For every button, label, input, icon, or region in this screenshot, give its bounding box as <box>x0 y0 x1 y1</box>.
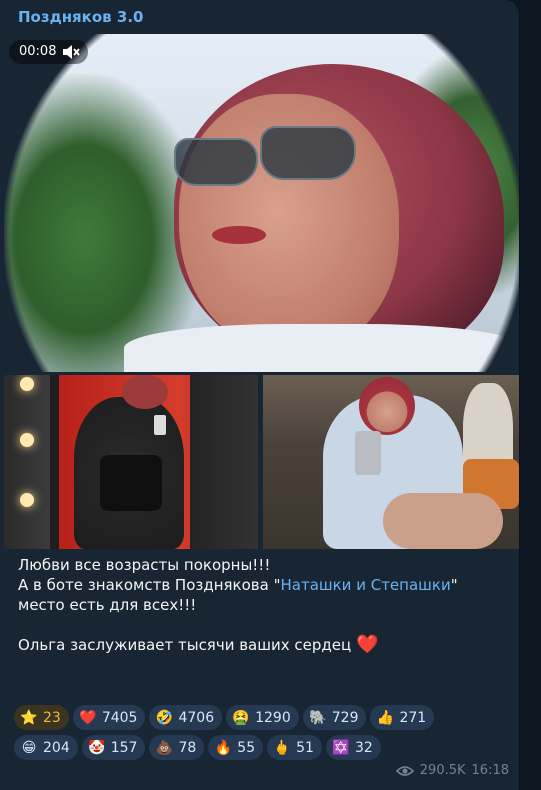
mirror-light <box>20 377 34 391</box>
heart-icon: ❤️ <box>79 709 97 726</box>
phone <box>355 431 381 475</box>
person-head <box>359 377 415 435</box>
channel-name[interactable]: Поздняков 3.0 <box>18 8 143 26</box>
reaction-heart[interactable]: ❤️ 7405 <box>72 705 146 730</box>
video-timer-badge[interactable]: 00:08 <box>9 40 89 64</box>
reaction-count: 55 <box>237 739 256 756</box>
reaction-count: 4706 <box>178 709 215 726</box>
vomit-icon: 🤮 <box>232 709 250 726</box>
video-circle-mask <box>4 34 519 372</box>
reaction-thumbs-up[interactable]: 👍 271 <box>370 705 435 730</box>
star-of-david-icon: ✡️ <box>332 739 350 756</box>
video-message[interactable] <box>4 34 519 372</box>
clown-icon: 🤡 <box>88 739 106 756</box>
eye-icon <box>395 765 414 776</box>
middle-finger-icon: 🖕 <box>273 739 291 756</box>
reaction-count: 23 <box>43 709 61 726</box>
message-meta: 290.5K 16:18 <box>395 763 509 778</box>
post-line-3-text: Ольга заслуживает тысячи ваших сердец <box>18 636 352 654</box>
reaction-vomit[interactable]: 🤮 1290 <box>226 705 299 730</box>
rofl-icon: 🤣 <box>155 709 174 726</box>
reaction-count: 157 <box>110 739 138 756</box>
mute-icon <box>63 45 81 59</box>
reaction-count: 78 <box>178 739 197 756</box>
reaction-elephant[interactable]: 🐘 729 <box>302 705 367 730</box>
reaction-count: 729 <box>331 709 359 726</box>
text-spacer <box>18 615 508 635</box>
post-line-2-before: А в боте знакомств Позднякова " <box>18 576 281 594</box>
reaction-poop[interactable]: 💩 78 <box>149 735 205 760</box>
bot-link[interactable]: Наташки и Степашки <box>281 576 451 594</box>
grin-icon: 😁 <box>21 739 37 756</box>
reaction-count: 32 <box>354 739 373 756</box>
reaction-count: 271 <box>399 709 427 726</box>
reactions-bar: ⭐ 23 ❤️ 7405 🤣 4706 🤮 1290 🐘 729 👍 271 😁 204 🤡 1… <box>14 705 514 765</box>
poop-icon: 💩 <box>155 739 174 756</box>
reaction-clown[interactable]: 🤡 157 <box>81 735 146 760</box>
reaction-count: 204 <box>43 739 70 756</box>
person-legs <box>383 493 503 549</box>
reactions-row-1: ⭐ 23 ❤️ 7405 🤣 4706 🤮 1290 🐘 729 👍 271 <box>14 705 514 730</box>
reaction-rofl[interactable]: 🤣 4706 <box>149 705 223 730</box>
person-head <box>122 375 168 409</box>
reaction-count: 51 <box>296 739 314 756</box>
heart-emoji: ❤️ <box>355 634 379 655</box>
message-time: 16:18 <box>471 763 509 778</box>
post-line-2: А в боте знакомств Позднякова "Наташки и… <box>18 575 508 615</box>
reaction-grin[interactable]: 😁 204 <box>14 735 78 760</box>
post-line-1: Любви все возрасты покорны!!! <box>18 556 271 574</box>
reaction-fire[interactable]: 🔥 55 <box>208 735 264 760</box>
reaction-count: 7405 <box>101 709 138 726</box>
video-timer: 00:08 <box>19 44 57 59</box>
phone <box>154 415 166 435</box>
thumbs-up-icon: 👍 <box>376 709 395 726</box>
view-count: 290.5K <box>419 763 466 778</box>
reaction-middle-finger[interactable]: 🖕 51 <box>267 735 322 760</box>
photo-left[interactable] <box>4 375 258 549</box>
reaction-star-of-david[interactable]: ✡️ 32 <box>325 735 381 760</box>
elephant-icon: 🐘 <box>309 709 327 726</box>
post-text: Любви все возрасты покорны!!! А в боте з… <box>18 555 508 655</box>
reaction-count: 1290 <box>255 709 291 726</box>
reaction-star[interactable]: ⭐ 23 <box>14 705 69 730</box>
photo-right[interactable] <box>263 375 519 549</box>
door <box>190 375 258 549</box>
post-line-3: Ольга заслуживает тысячи ваших сердец ❤️ <box>18 635 508 655</box>
reactions-row-2: 😁 204 🤡 157 💩 78 🔥 55 🖕 51 ✡️ 32 <box>14 735 514 760</box>
mirror-frame <box>4 375 50 549</box>
star-icon: ⭐ <box>20 709 38 726</box>
corset <box>100 455 162 511</box>
mirror-light <box>20 433 34 447</box>
fire-icon: 🔥 <box>214 739 233 756</box>
mirror-light <box>20 493 34 507</box>
